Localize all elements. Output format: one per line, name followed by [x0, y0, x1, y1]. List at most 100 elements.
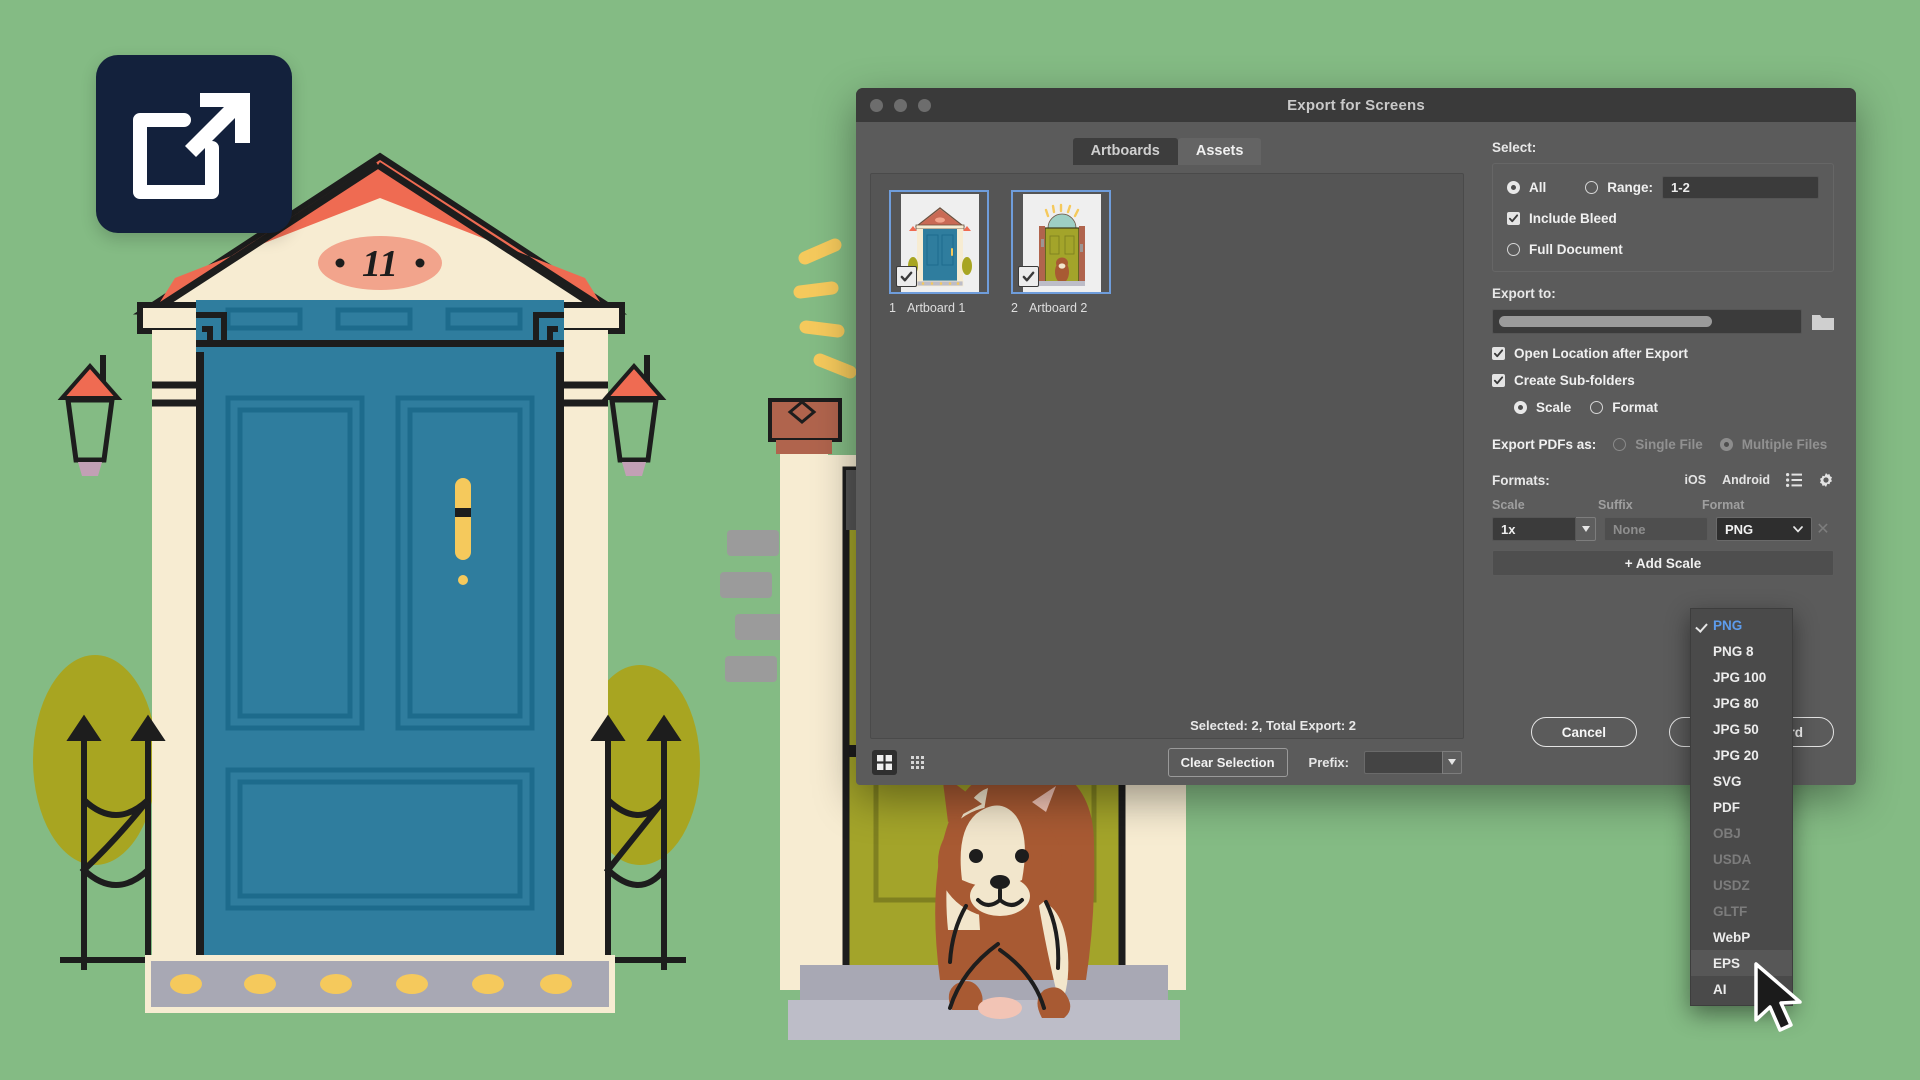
label-include-bleed: Include Bleed: [1529, 211, 1617, 226]
artboard-list[interactable]: 1 Artboard 1 2 Artboard 2: [870, 173, 1464, 739]
export-path-input[interactable]: [1492, 309, 1802, 334]
artboard-label-2: 2 Artboard 2: [1011, 301, 1111, 315]
formats-heading: Formats:: [1492, 472, 1550, 488]
format-option-webp[interactable]: WebP: [1691, 924, 1792, 950]
format-row-1: 1x None PNG ✕: [1492, 517, 1834, 541]
label-all: All: [1529, 180, 1547, 195]
format-option-gltf: GLTF: [1713, 903, 1748, 919]
create-subfolders-row: Create Sub-folders: [1492, 373, 1834, 388]
artboard-thumbnail-2[interactable]: [1011, 190, 1111, 294]
artboard-item-1[interactable]: 1 Artboard 1: [889, 190, 989, 315]
artboard-item-2[interactable]: 2 Artboard 2: [1011, 190, 1111, 315]
export-path-row: [1492, 309, 1834, 334]
artboard-name-1: Artboard 1: [906, 301, 966, 315]
pdf-export-row: Export PDFs as: Single File Multiple Fil…: [1492, 437, 1834, 452]
list-icon[interactable]: [1786, 473, 1802, 487]
folder-icon[interactable]: [1812, 313, 1834, 331]
artboard-checkbox-1[interactable]: [896, 266, 917, 287]
label-full-document: Full Document: [1529, 242, 1623, 257]
format-option-svg[interactable]: SVG: [1691, 768, 1792, 794]
format-option-jpg-20[interactable]: JPG 20: [1691, 742, 1792, 768]
radio-all[interactable]: [1507, 181, 1520, 194]
format-option-jpg-100[interactable]: JPG 100: [1691, 664, 1792, 690]
artboard-thumbnail-1[interactable]: [889, 190, 989, 294]
label-subfolder-scale: Scale: [1536, 400, 1572, 415]
export-status-text: Selected: 2, Total Export: 2: [1190, 718, 1356, 733]
radio-subfolder-format[interactable]: [1590, 401, 1604, 414]
label-subfolder-format: Format: [1612, 400, 1659, 415]
format-option-png-8[interactable]: PNG 8: [1691, 638, 1792, 664]
suffix-input[interactable]: None: [1604, 517, 1708, 541]
check-icon: [1022, 271, 1035, 282]
label-open-location: Open Location after Export: [1514, 346, 1689, 361]
format-select[interactable]: PNG: [1716, 517, 1812, 541]
cancel-button[interactable]: Cancel: [1530, 717, 1637, 747]
remove-format-row-button[interactable]: ✕: [1812, 519, 1834, 539]
tab-assets[interactable]: Assets: [1177, 138, 1262, 165]
tab-bar: Artboards Assets: [870, 138, 1464, 165]
column-suffix: Suffix: [1598, 498, 1633, 512]
select-group: All Range: 1-2 Include Bleed Full Docume…: [1492, 163, 1834, 272]
select-row-2: Include Bleed: [1507, 211, 1819, 226]
format-select-value: PNG: [1725, 521, 1754, 537]
formats-columns: Scale Suffix Format: [1492, 498, 1834, 512]
format-option-obj: OBJ: [1713, 825, 1741, 841]
subfolder-mode-row: Scale Format: [1514, 400, 1834, 415]
checkbox-create-subfolders[interactable]: [1492, 374, 1505, 387]
format-option-jpg-80[interactable]: JPG 80: [1691, 690, 1792, 716]
radio-multiple-files: [1719, 438, 1733, 451]
select-row-3: Full Document: [1507, 242, 1819, 257]
scale-input[interactable]: 1x: [1492, 517, 1576, 541]
range-input[interactable]: 1-2: [1662, 176, 1819, 199]
check-icon: [1493, 349, 1504, 358]
format-option-png[interactable]: PNG: [1691, 612, 1792, 638]
add-scale-button[interactable]: + Add Scale: [1492, 550, 1834, 576]
column-scale: Scale: [1492, 498, 1525, 512]
mouse-cursor: [1754, 962, 1802, 1032]
label-export-pdfs-as: Export PDFs as:: [1492, 437, 1597, 452]
radio-range[interactable]: [1585, 181, 1599, 194]
check-icon: [1493, 376, 1504, 385]
gear-icon[interactable]: [1818, 472, 1834, 488]
label-range: Range:: [1607, 180, 1654, 195]
select-row-1: All Range: 1-2: [1507, 176, 1819, 199]
artboard-checkbox-2[interactable]: [1018, 266, 1039, 287]
artboard-index-1: 1: [889, 301, 896, 315]
chevron-down-icon: [1793, 525, 1803, 533]
artboard-label-1: 1 Artboard 1: [889, 301, 989, 315]
path-redaction-bar: [1499, 316, 1713, 327]
radio-full-document[interactable]: [1507, 243, 1520, 256]
open-location-row: Open Location after Export: [1492, 346, 1834, 361]
dialog-title: Export for Screens: [1287, 96, 1425, 114]
label-single-file: Single File: [1635, 437, 1703, 452]
check-icon: [1508, 214, 1519, 223]
radio-single-file: [1613, 438, 1627, 451]
radio-subfolder-scale[interactable]: [1514, 401, 1527, 414]
label-multiple-files: Multiple Files: [1741, 437, 1828, 452]
format-option-usdz: USDZ: [1713, 877, 1750, 893]
format-dropdown-menu[interactable]: PNG PNG 8 JPG 100 JPG 80 JPG 50 JPG 20 SVG PDF O…: [1690, 608, 1793, 1006]
check-icon: [900, 271, 913, 282]
select-heading: Select:: [1492, 140, 1537, 155]
svg-text:11: 11: [362, 243, 398, 285]
label-create-subfolders: Create Sub-folders: [1514, 373, 1635, 388]
chevron-down-icon: [1581, 526, 1590, 532]
dialog-titlebar[interactable]: Export for Screens: [856, 88, 1856, 122]
artboards-pane: Artboards Assets 1 Artboard 1 2 Artboard…: [856, 122, 1476, 785]
checkbox-open-location[interactable]: [1492, 347, 1505, 360]
format-option-pdf[interactable]: PDF: [1691, 794, 1792, 820]
format-option-jpg-50[interactable]: JPG 50: [1691, 716, 1792, 742]
tab-artboards[interactable]: Artboards: [1072, 138, 1178, 165]
preset-android-button[interactable]: Android: [1722, 473, 1770, 487]
export-badge: [96, 55, 292, 233]
export-to-heading: Export to:: [1492, 286, 1556, 301]
formats-header: Formats: iOS Android: [1492, 472, 1834, 488]
checkbox-include-bleed[interactable]: [1507, 212, 1520, 225]
format-option-usda: USDA: [1713, 851, 1752, 867]
preset-ios-button[interactable]: iOS: [1685, 473, 1707, 487]
scale-dropdown-button[interactable]: [1576, 517, 1596, 541]
external-link-export-icon: [133, 93, 250, 199]
column-format: Format: [1702, 498, 1745, 512]
artboard-index-2: 2: [1011, 301, 1018, 315]
options-pane: Select: All Range: 1-2 Include Bleed Ful…: [1476, 122, 1856, 785]
